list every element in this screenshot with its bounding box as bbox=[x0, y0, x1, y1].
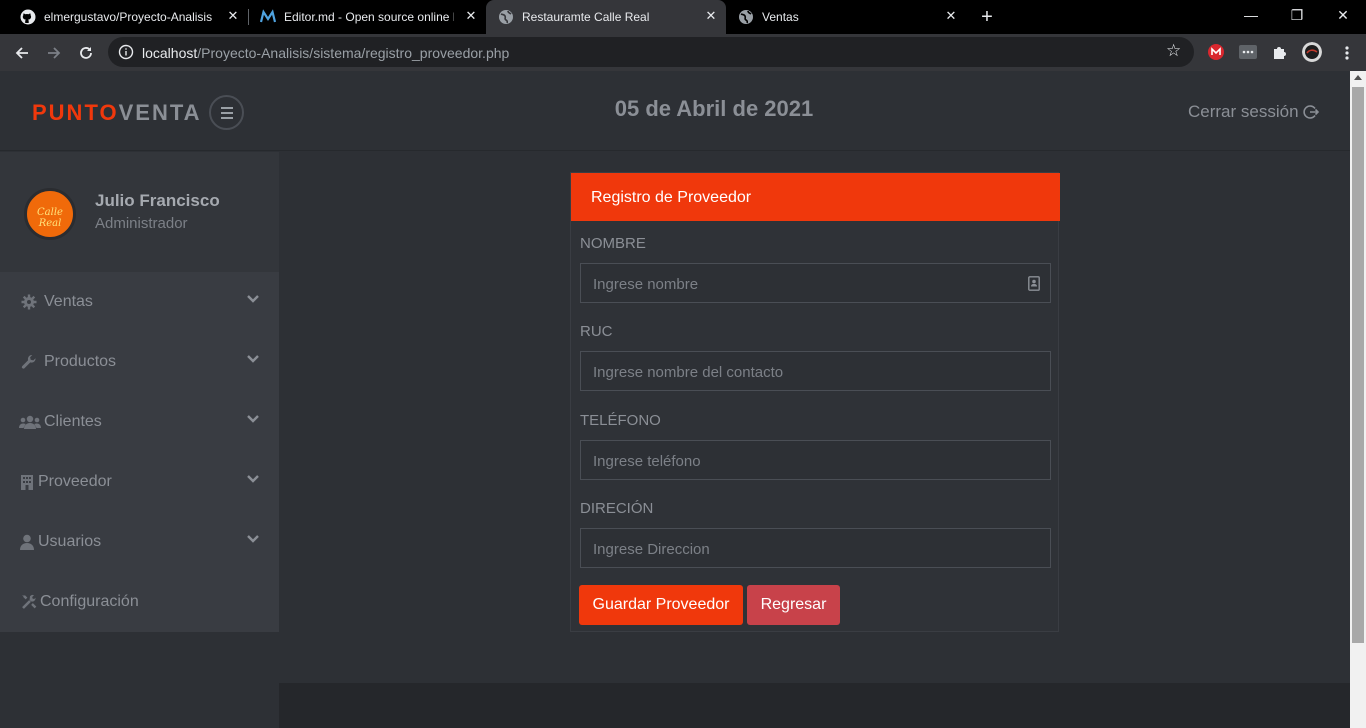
card-header: Registro de Proveedor bbox=[571, 173, 1060, 221]
sidebar-item-label: Ventas bbox=[44, 293, 93, 310]
phone-label: TELÉFONO bbox=[580, 412, 661, 429]
sidebar-item-ventas[interactable]: Ventas bbox=[0, 272, 279, 332]
logout-label: Cerrar sessión bbox=[1188, 102, 1299, 121]
new-tab-button[interactable]: + bbox=[976, 6, 998, 28]
chevron-down-icon bbox=[247, 415, 259, 423]
tab-github[interactable]: elmergustavo/Proyecto-Analisis ✕ bbox=[8, 0, 248, 34]
wrench-icon bbox=[21, 354, 36, 369]
page-scrollbar[interactable] bbox=[1350, 71, 1366, 728]
tab-ventas[interactable]: Ventas ✕ bbox=[726, 0, 966, 34]
building-icon bbox=[21, 475, 33, 490]
close-window-button[interactable]: ✕ bbox=[1320, 0, 1366, 30]
sidebar-item-label: Usuarios bbox=[38, 533, 102, 550]
sign-out-icon bbox=[1302, 105, 1319, 119]
browser-tab-bar: elmergustavo/Proyecto-Analisis ✕ Editor.… bbox=[0, 0, 1366, 34]
tab-restaurante[interactable]: Restauramte Calle Real ✕ bbox=[486, 0, 726, 34]
address-field[interactable]: Ingrese Direccion bbox=[580, 528, 1051, 568]
tab-title: Restauramte Calle Real bbox=[522, 10, 650, 24]
logout-link[interactable]: Cerrar sessión bbox=[1188, 102, 1319, 122]
forward-button[interactable] bbox=[41, 40, 67, 66]
current-date: 05 de Abril de 2021 bbox=[614, 96, 814, 121]
github-icon bbox=[20, 9, 36, 25]
reload-icon bbox=[80, 47, 92, 59]
info-icon[interactable] bbox=[118, 44, 134, 60]
tab-editormd[interactable]: Editor.md - Open source online Markdown … bbox=[248, 0, 486, 34]
browser-toolbar: localhost/Proyecto-Analisis/sistema/regi… bbox=[0, 34, 1366, 71]
tab-title: elmergustavo/Proyecto-Analisis bbox=[44, 10, 213, 24]
reload-button[interactable] bbox=[73, 40, 99, 66]
arrow-left-icon bbox=[15, 47, 28, 59]
address-placeholder: Ingrese Direccion bbox=[593, 541, 710, 558]
sidebar: Calle Real Julio Francisco Administrador… bbox=[0, 152, 279, 728]
more-extension-icon[interactable] bbox=[1239, 43, 1257, 61]
name-placeholder: Ingrese nombre bbox=[593, 276, 699, 293]
url-text: localhost/Proyecto-Analisis/sistema/regi… bbox=[142, 45, 509, 61]
web-page: PUNTOVENTA 05 de Abril de 2021 Cerrar se… bbox=[0, 71, 1350, 728]
minimize-button[interactable]: — bbox=[1228, 0, 1274, 30]
tab-title: Editor.md - Open source online Markdown … bbox=[284, 10, 454, 24]
sidebar-item-label: Productos bbox=[44, 353, 117, 370]
contact-card-icon[interactable] bbox=[1028, 276, 1040, 291]
editormd-icon bbox=[260, 9, 276, 23]
app-header: PUNTOVENTA 05 de Abril de 2021 Cerrar se… bbox=[0, 71, 1350, 151]
ruc-label: RUC bbox=[580, 323, 613, 340]
provider-form-card: Registro de Proveedor NOMBRE Ingrese nom… bbox=[570, 172, 1060, 632]
back-button[interactable]: Regresar bbox=[747, 585, 840, 625]
address-bar[interactable]: localhost/Proyecto-Analisis/sistema/regi… bbox=[108, 37, 1194, 67]
page-footer bbox=[279, 683, 1350, 728]
sidebar-item-label: Proveedor bbox=[38, 473, 112, 490]
tab-close-icon[interactable]: ✕ bbox=[942, 7, 960, 25]
puzzle-extensions-icon[interactable] bbox=[1271, 43, 1289, 61]
globe-icon bbox=[739, 10, 753, 24]
user-icon bbox=[20, 534, 34, 550]
kebab-menu-icon bbox=[1345, 46, 1349, 60]
ruc-placeholder: Ingrese nombre del contacto bbox=[593, 364, 784, 381]
profile-avatar-icon[interactable] bbox=[1302, 42, 1322, 62]
mega-extension-icon[interactable] bbox=[1207, 43, 1225, 61]
sidebar-item-usuarios[interactable]: Usuarios bbox=[0, 512, 279, 572]
gear-icon bbox=[21, 294, 37, 310]
phone-placeholder: Ingrese teléfono bbox=[593, 453, 701, 470]
scrollbar-thumb[interactable] bbox=[1352, 87, 1364, 643]
sidebar-item-configuracion[interactable]: Configuración bbox=[0, 572, 279, 632]
sidebar-item-productos[interactable]: Productos bbox=[0, 332, 279, 392]
address-label: DIRECIÓN bbox=[580, 500, 654, 517]
tab-title: Ventas bbox=[762, 10, 799, 24]
url-host: localhost bbox=[142, 45, 198, 61]
restore-button[interactable]: ❐ bbox=[1274, 0, 1320, 30]
url-path: /Proyecto-Analisis/sistema/registro_prov… bbox=[197, 45, 510, 61]
users-icon bbox=[19, 415, 41, 429]
sidebar-item-clientes[interactable]: Clientes bbox=[0, 392, 279, 452]
scroll-up-arrow-icon[interactable] bbox=[1354, 75, 1362, 80]
globe-icon bbox=[499, 10, 513, 24]
chevron-down-icon bbox=[247, 535, 259, 543]
tab-close-icon[interactable]: ✕ bbox=[224, 7, 242, 25]
chevron-down-icon bbox=[247, 475, 259, 483]
avatar-logo-text: Calle Real bbox=[37, 207, 63, 229]
avatar: Calle Real bbox=[24, 188, 76, 240]
chevron-down-icon bbox=[247, 295, 259, 303]
save-provider-button[interactable]: Guardar Proveedor bbox=[579, 585, 743, 625]
browser-menu-button[interactable] bbox=[1334, 40, 1360, 66]
bookmark-star-icon[interactable]: ☆ bbox=[1166, 42, 1184, 60]
ruc-field[interactable]: Ingrese nombre del contacto bbox=[580, 351, 1051, 391]
sidebar-item-label: Clientes bbox=[44, 413, 102, 430]
tools-icon bbox=[22, 594, 37, 609]
arrow-right-icon bbox=[48, 47, 61, 59]
name-field[interactable]: Ingrese nombre bbox=[580, 263, 1051, 303]
form-title: Registro de Proveedor bbox=[591, 189, 752, 206]
user-name: Julio Francisco bbox=[95, 191, 220, 210]
phone-field[interactable]: Ingrese teléfono bbox=[580, 440, 1051, 480]
user-profile: Calle Real Julio Francisco Administrador bbox=[0, 152, 279, 272]
sidebar-nav: Ventas Productos Clientes Proveedor Usua bbox=[0, 272, 279, 632]
tab-close-icon[interactable]: ✕ bbox=[702, 7, 720, 25]
sidebar-item-label: Configuración bbox=[40, 593, 139, 610]
sidebar-item-proveedor[interactable]: Proveedor bbox=[0, 452, 279, 512]
user-role: Administrador bbox=[95, 215, 188, 232]
name-label: NOMBRE bbox=[580, 235, 646, 252]
tab-close-icon[interactable]: ✕ bbox=[462, 7, 480, 25]
back-button[interactable] bbox=[9, 40, 35, 66]
chevron-down-icon bbox=[247, 355, 259, 363]
